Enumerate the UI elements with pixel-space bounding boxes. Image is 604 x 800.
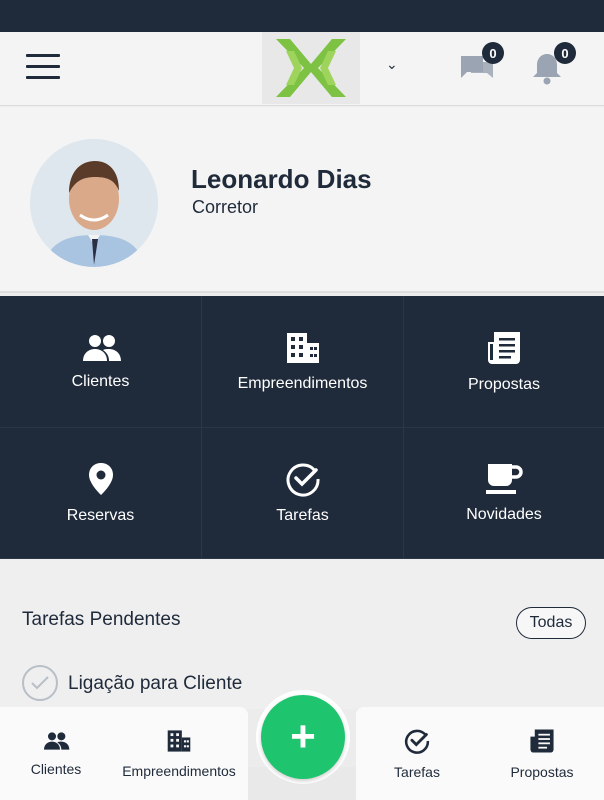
notifications-badge: 0 xyxy=(554,42,576,64)
menu-item-label: Clientes xyxy=(71,372,130,390)
menu-item-empreendimentos[interactable]: Empreendimentos xyxy=(202,296,404,428)
chevron-down-icon[interactable]: ⌄ xyxy=(386,56,398,73)
checkmark-icon xyxy=(31,676,49,690)
main-menu-grid: Clientes Empreendimentos Propostas Reser… xyxy=(0,296,604,559)
building-icon xyxy=(167,729,191,752)
bottom-nav-label: Tarefas xyxy=(394,763,440,780)
messages-button[interactable]: 0 xyxy=(458,42,504,90)
profile-card: Leonardo Dias Corretor xyxy=(0,107,604,293)
task-checkbox[interactable] xyxy=(22,665,58,701)
menu-item-label: Empreendimentos xyxy=(237,374,368,392)
menu-line xyxy=(26,65,60,68)
messages-badge: 0 xyxy=(482,42,504,64)
menu-item-label: Tarefas xyxy=(276,507,329,524)
menu-item-propostas[interactable]: Propostas xyxy=(404,296,604,428)
bottom-nav-label: Propostas xyxy=(510,763,574,780)
menu-item-clientes[interactable]: Clientes xyxy=(0,296,202,428)
top-bar: ⌄ 0 0 xyxy=(0,32,604,106)
coffee-cup-icon xyxy=(486,464,523,494)
menu-line xyxy=(26,76,60,79)
profile-role: Corretor xyxy=(192,197,259,217)
profile-name: Leonardo Dias xyxy=(191,164,372,194)
bottom-nav-label: Empreendimentos xyxy=(122,762,236,779)
menu-item-tarefas[interactable]: Tarefas xyxy=(202,428,404,559)
bottom-nav-propostas[interactable]: Propostas xyxy=(494,707,590,800)
building-icon xyxy=(286,332,319,363)
add-button[interactable]: + xyxy=(261,695,345,779)
bottom-nav-tarefas[interactable]: Tarefas xyxy=(372,707,462,800)
notifications-button[interactable]: 0 xyxy=(530,42,576,90)
view-all-tasks-button[interactable]: Todas xyxy=(516,607,586,639)
status-bar xyxy=(0,0,604,32)
logo-icon xyxy=(276,39,346,97)
menu-item-novidades[interactable]: Novidades xyxy=(404,428,604,559)
document-icon xyxy=(530,728,554,753)
hamburger-menu-button[interactable] xyxy=(26,54,62,82)
check-circle-icon xyxy=(404,729,430,754)
menu-item-label: Novidades xyxy=(466,506,542,523)
bottom-nav-empreendimentos[interactable]: Empreendimentos xyxy=(112,707,246,800)
people-icon xyxy=(44,731,70,750)
location-pin-icon xyxy=(88,463,113,495)
menu-item-reservas[interactable]: Reservas xyxy=(0,428,202,559)
menu-item-label: Reservas xyxy=(66,507,135,524)
bottom-nav-clientes[interactable]: Clientes xyxy=(10,707,102,800)
bottom-nav-label: Clientes xyxy=(30,760,82,777)
menu-line xyxy=(26,54,60,57)
menu-item-label: Propostas xyxy=(467,375,541,393)
document-icon xyxy=(488,331,520,364)
avatar[interactable] xyxy=(30,139,158,267)
user-photo-icon xyxy=(30,139,158,267)
people-icon xyxy=(82,334,121,361)
section-title: Tarefas Pendentes xyxy=(22,609,181,630)
company-logo[interactable] xyxy=(262,32,360,104)
check-circle-icon xyxy=(286,463,320,497)
fab-container: + xyxy=(256,690,350,784)
pending-tasks-section: Tarefas Pendentes Todas Ligação para Cli… xyxy=(0,559,604,709)
task-label: Ligação para Cliente xyxy=(68,673,243,694)
